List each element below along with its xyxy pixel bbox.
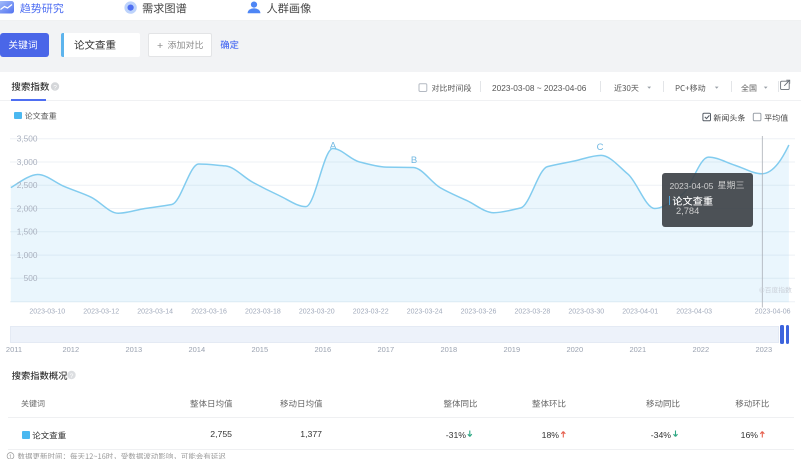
- svg-text:A: A: [330, 141, 337, 152]
- svg-text:B: B: [411, 155, 417, 166]
- svg-text:3,500: 3,500: [17, 134, 38, 144]
- svg-text:2023-03-10: 2023-03-10: [29, 309, 65, 316]
- svg-text:3,000: 3,000: [17, 157, 38, 167]
- svg-text:2023-03-24: 2023-03-24: [407, 309, 443, 316]
- svg-text:2023-03-30: 2023-03-30: [568, 309, 604, 316]
- svg-text:2,000: 2,000: [17, 203, 38, 213]
- svg-text:1,500: 1,500: [17, 227, 38, 237]
- svg-text:2023-03-26: 2023-03-26: [461, 309, 497, 316]
- svg-text:2023-03-14: 2023-03-14: [137, 309, 173, 316]
- svg-text:2023-03-20: 2023-03-20: [299, 309, 335, 316]
- svg-text:C: C: [597, 142, 604, 153]
- svg-text:2023-04-06: 2023-04-06: [755, 309, 791, 316]
- svg-text:500: 500: [24, 273, 38, 283]
- svg-text:2023-04-01: 2023-04-01: [622, 309, 658, 316]
- svg-text:2023-03-18: 2023-03-18: [245, 309, 281, 316]
- svg-text:2,500: 2,500: [17, 180, 38, 190]
- svg-text:1,000: 1,000: [17, 250, 38, 260]
- svg-text:2023-03-16: 2023-03-16: [191, 309, 227, 316]
- svg-text:2023-03-28: 2023-03-28: [514, 309, 550, 316]
- svg-text:2023-04-03: 2023-04-03: [676, 309, 712, 316]
- svg-text:2023-03-22: 2023-03-22: [353, 309, 389, 316]
- svg-text:2023-03-12: 2023-03-12: [83, 309, 119, 316]
